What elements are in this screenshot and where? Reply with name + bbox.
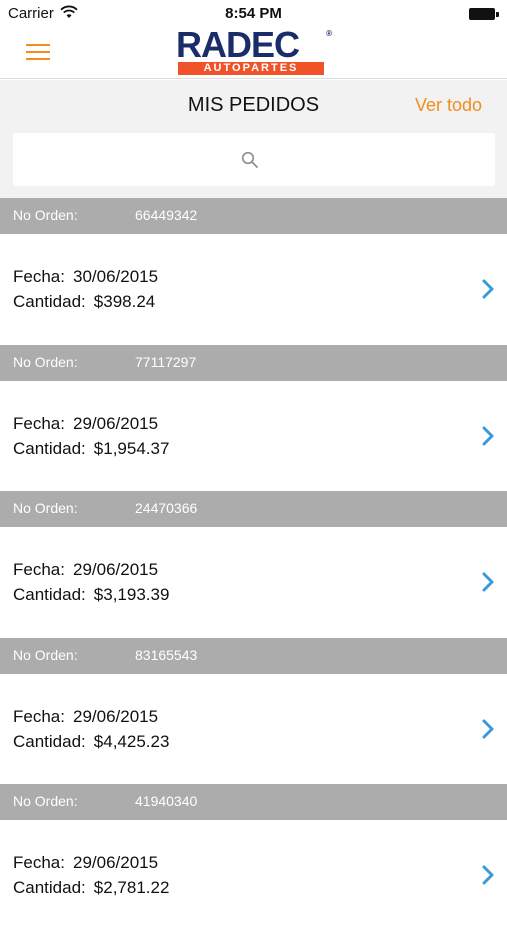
logo-subtitle: AUTOPARTES (178, 62, 324, 75)
order-number: 24470366 (135, 500, 198, 517)
search-input[interactable] (13, 133, 495, 186)
order-section-header: No Orden: 24470366 (0, 491, 507, 528)
hamburger-icon-line (26, 51, 50, 53)
orders-list: No Orden: 66449342 Fecha: 30/06/2015 Cant… (0, 198, 507, 931)
order-section-header: No Orden: 83165543 (0, 637, 507, 674)
order-amount: $398.24 (93, 292, 156, 311)
date-label: Fecha: (13, 853, 65, 873)
order-number: 77117297 (135, 353, 197, 370)
logo-registered-mark: ® (326, 29, 332, 38)
order-amount: $4,425.23 (93, 731, 170, 751)
order-amount: $3,193.39 (93, 585, 170, 605)
order-section-header: No Orden: 41940340 (0, 784, 507, 821)
date-label: Fecha: (13, 560, 65, 580)
chevron-right-icon (482, 572, 494, 592)
page-header: MIS PEDIDOS Ver todo (0, 80, 507, 198)
date-label: Fecha: (13, 267, 65, 286)
menu-button[interactable] (20, 38, 54, 66)
order-number-label: No Orden: (13, 793, 78, 810)
radec-logo: RADEC ® AUTOPARTES (176, 24, 332, 76)
logo-text: RADEC (176, 24, 300, 65)
order-section-header: No Orden: 66449342 (0, 198, 507, 234)
order-date: 29/06/2015 (72, 413, 159, 433)
order-row[interactable]: Fecha: 29/06/2015 Cantidad: $2,781.22 (0, 820, 507, 931)
order-number: 66449342 (135, 207, 198, 223)
chevron-right-icon (482, 279, 494, 299)
status-bar: Carrier 8:54 PM (0, 0, 507, 27)
amount-label: Cantidad: (13, 438, 86, 458)
clock-time: 8:54 PM (225, 5, 282, 22)
search-icon (241, 151, 258, 168)
order-number-label: No Orden: (13, 353, 78, 370)
order-row[interactable]: Fecha: 29/06/2015 Cantidad: $3,193.39 (0, 527, 507, 638)
date-label: Fecha: (13, 706, 65, 726)
amount-label: Cantidad: (13, 878, 86, 898)
order-number-label: No Orden: (13, 500, 78, 517)
order-date: 30/06/2015 (72, 267, 159, 286)
amount-label: Cantidad: (13, 731, 86, 751)
order-number-label: No Orden: (13, 646, 78, 663)
order-row[interactable]: Fecha: 30/06/2015 Cantidad: $398.24 (0, 234, 507, 345)
hamburger-icon-line (26, 44, 50, 46)
date-label: Fecha: (13, 413, 65, 433)
order-number-label: No Orden: (13, 207, 78, 223)
battery-icon (469, 8, 499, 20)
order-section-header: No Orden: 77117297 (0, 344, 507, 381)
order-date: 29/06/2015 (72, 853, 159, 873)
order-row[interactable]: Fecha: 29/06/2015 Cantidad: $1,954.37 (0, 380, 507, 492)
order-amount: $2,781.22 (93, 878, 170, 898)
chevron-right-icon (482, 426, 494, 446)
order-date: 29/06/2015 (72, 706, 159, 726)
chevron-right-icon (482, 719, 494, 739)
hamburger-icon-line (26, 58, 50, 60)
order-number: 41940340 (135, 793, 198, 810)
view-all-button[interactable]: Ver todo (415, 95, 482, 116)
order-date: 29/06/2015 (72, 560, 159, 580)
order-number: 83165543 (135, 646, 198, 663)
chevron-right-icon (482, 865, 494, 885)
order-amount: $1,954.37 (93, 438, 170, 458)
navigation-bar: RADEC ® AUTOPARTES (0, 24, 507, 79)
amount-label: Cantidad: (13, 585, 86, 605)
order-row[interactable]: Fecha: 29/06/2015 Cantidad: $4,425.23 (0, 673, 507, 785)
amount-label: Cantidad: (13, 292, 86, 311)
